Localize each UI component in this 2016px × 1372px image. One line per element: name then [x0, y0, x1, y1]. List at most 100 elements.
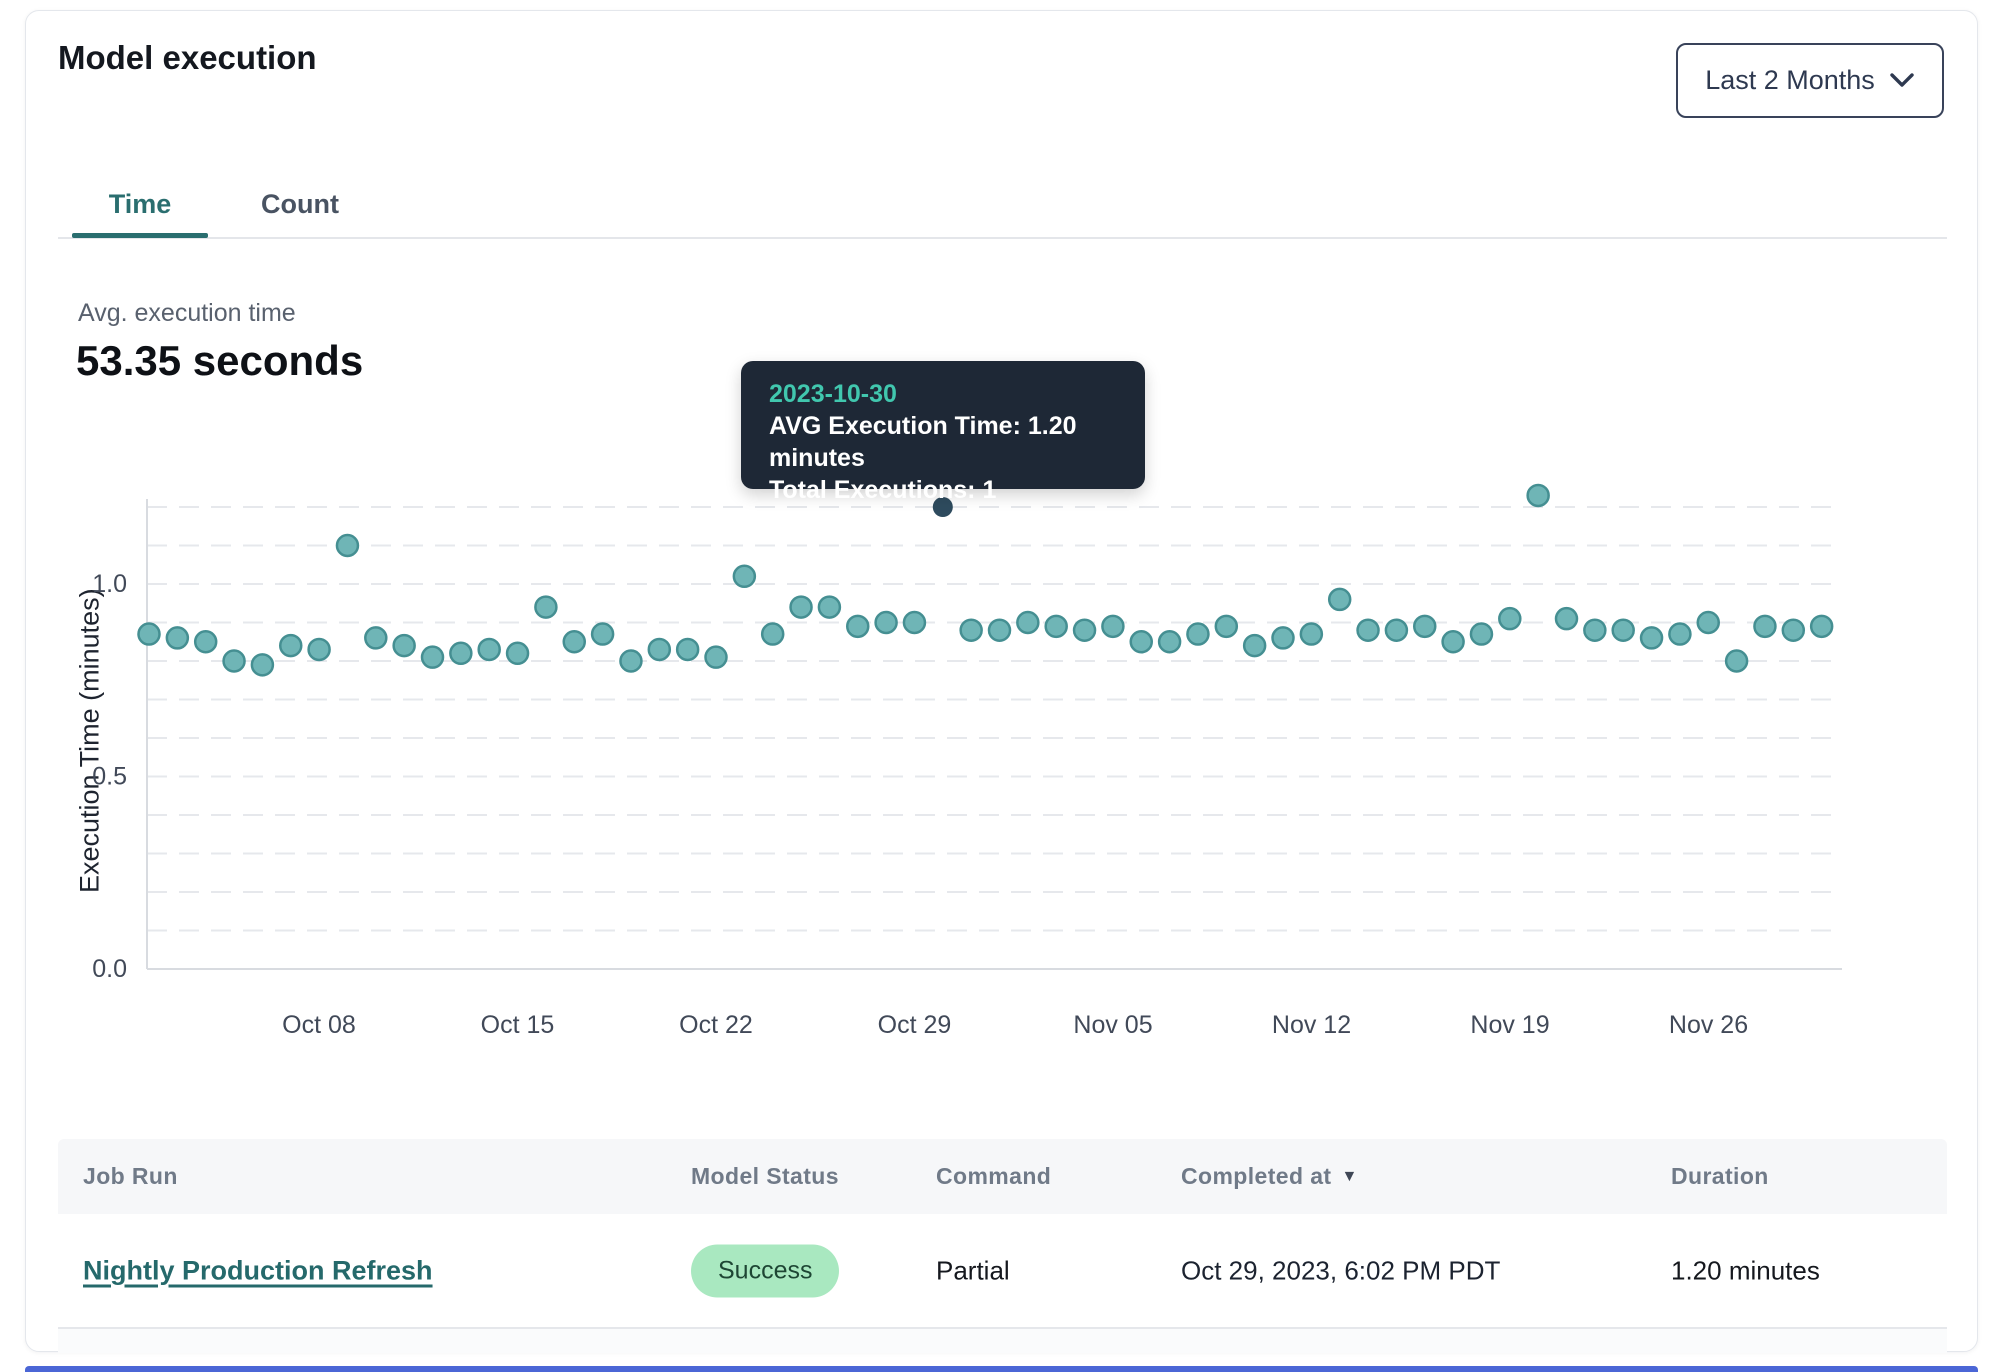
- chart-point[interactable]: [762, 624, 783, 645]
- chart-point[interactable]: [734, 566, 755, 587]
- chart-point[interactable]: [139, 624, 160, 645]
- chart-point[interactable]: [706, 647, 727, 668]
- chart-point[interactable]: [847, 616, 868, 637]
- tooltip-avg-execution: AVG Execution Time: 1.20 minutes: [769, 410, 1117, 474]
- tabs-divider: [58, 237, 1947, 239]
- chart-tooltip: 2023-10-30 AVG Execution Time: 1.20 minu…: [741, 361, 1145, 489]
- chart-point[interactable]: [167, 627, 188, 648]
- tooltip-date: 2023-10-30: [769, 378, 1117, 410]
- command-cell: Partial: [936, 1255, 1010, 1286]
- chart-point[interactable]: [649, 639, 670, 660]
- table-header: Job Run Model Status Command Completed a…: [58, 1139, 1947, 1214]
- x-tick-label: Nov 05: [1073, 1011, 1152, 1039]
- chart-point[interactable]: [224, 651, 245, 672]
- chart-point[interactable]: [1783, 620, 1804, 641]
- chart-point[interactable]: [1102, 616, 1123, 637]
- x-tick-label: Nov 12: [1272, 1011, 1351, 1039]
- chart-point[interactable]: [1726, 651, 1747, 672]
- chart-point[interactable]: [280, 635, 301, 656]
- chart-point[interactable]: [422, 647, 443, 668]
- sort-desc-icon: ▼: [1341, 1139, 1357, 1214]
- next-section-top-edge: [25, 1366, 1978, 1372]
- chart-point[interactable]: [1499, 608, 1520, 629]
- chart-point[interactable]: [819, 597, 840, 618]
- chart-point[interactable]: [1641, 627, 1662, 648]
- chart-point[interactable]: [961, 620, 982, 641]
- chart-point[interactable]: [1131, 631, 1152, 652]
- chart-point[interactable]: [791, 597, 812, 618]
- chevron-down-icon: [1889, 65, 1915, 96]
- chart-point[interactable]: [1273, 627, 1294, 648]
- model-status-cell: Success: [691, 1244, 839, 1297]
- chart-point[interactable]: [507, 643, 528, 664]
- status-badge: Success: [691, 1244, 839, 1297]
- chart-point[interactable]: [1584, 620, 1605, 641]
- chart-point[interactable]: [1074, 620, 1095, 641]
- model-execution-card: Model execution Last 2 Months Time Count…: [25, 10, 1978, 1352]
- chart-point[interactable]: [1329, 589, 1350, 610]
- active-tab-indicator: [72, 233, 208, 238]
- x-tick-label: Nov 19: [1470, 1011, 1549, 1039]
- chart-point[interactable]: [365, 627, 386, 648]
- chart-point[interactable]: [1471, 624, 1492, 645]
- chart-point[interactable]: [1528, 485, 1549, 506]
- x-tick-label: Oct 29: [878, 1011, 952, 1039]
- chart-point[interactable]: [1386, 620, 1407, 641]
- chart-point[interactable]: [252, 654, 273, 675]
- tooltip-total-executions: Total Executions: 1: [769, 474, 1117, 506]
- chart-point[interactable]: [450, 643, 471, 664]
- chart-point[interactable]: [1698, 612, 1719, 633]
- job-run-link[interactable]: Nightly Production Refresh: [83, 1255, 433, 1286]
- x-tick-label: Oct 15: [481, 1011, 555, 1039]
- chart-point[interactable]: [535, 597, 556, 618]
- chart-point[interactable]: [337, 535, 358, 556]
- date-range-label: Last 2 Months: [1705, 65, 1875, 96]
- chart-point[interactable]: [1159, 631, 1180, 652]
- x-tick-label: Oct 08: [282, 1011, 356, 1039]
- chart-point[interactable]: [904, 612, 925, 633]
- chart-point[interactable]: [479, 639, 500, 660]
- page-title: Model execution: [58, 39, 317, 77]
- completed-at-cell: Oct 29, 2023, 6:02 PM PDT: [1181, 1255, 1500, 1286]
- chart-point[interactable]: [564, 631, 585, 652]
- chart-point[interactable]: [989, 620, 1010, 641]
- chart-point[interactable]: [677, 639, 698, 660]
- chart-point[interactable]: [1613, 620, 1634, 641]
- chart-tabs: Time Count: [72, 173, 368, 235]
- chart-point[interactable]: [1358, 620, 1379, 641]
- column-completed-at[interactable]: Completed at▼: [1181, 1139, 1358, 1214]
- chart-point[interactable]: [876, 612, 897, 633]
- column-model-status: Model Status: [691, 1139, 839, 1214]
- execution-time-scatter-chart: 0.00.51.0Oct 08Oct 15Oct 22Oct 29Nov 05N…: [26, 471, 1979, 1081]
- tab-count[interactable]: Count: [232, 173, 368, 235]
- column-command: Command: [936, 1139, 1051, 1214]
- chart-point[interactable]: [1754, 616, 1775, 637]
- chart-point[interactable]: [620, 651, 641, 672]
- chart-point[interactable]: [394, 635, 415, 656]
- chart-point[interactable]: [195, 631, 216, 652]
- chart-point[interactable]: [1244, 635, 1265, 656]
- date-range-dropdown[interactable]: Last 2 Months: [1676, 43, 1944, 118]
- column-duration: Duration: [1671, 1139, 1769, 1214]
- chart-point[interactable]: [1669, 624, 1690, 645]
- kpi-label: Avg. execution time: [78, 299, 296, 328]
- chart-point[interactable]: [1443, 631, 1464, 652]
- chart-point[interactable]: [1301, 624, 1322, 645]
- chart-point[interactable]: [1414, 616, 1435, 637]
- chart-point[interactable]: [592, 624, 613, 645]
- chart-point[interactable]: [1811, 616, 1832, 637]
- chart-point[interactable]: [1216, 616, 1237, 637]
- column-job-run: Job Run: [83, 1139, 178, 1214]
- table-row: Nightly Production Refresh Success Parti…: [58, 1214, 1947, 1327]
- chart-point[interactable]: [1187, 624, 1208, 645]
- chart-point[interactable]: [309, 639, 330, 660]
- card-footer-strip: [58, 1329, 1947, 1353]
- x-tick-label: Oct 22: [679, 1011, 753, 1039]
- chart-point[interactable]: [1556, 608, 1577, 629]
- duration-cell: 1.20 minutes: [1671, 1255, 1820, 1286]
- y-tick-label: 1.0: [92, 570, 127, 598]
- chart-point[interactable]: [1046, 616, 1067, 637]
- kpi-value: 53.35 seconds: [76, 337, 363, 385]
- tab-time[interactable]: Time: [72, 173, 208, 235]
- chart-point[interactable]: [1017, 612, 1038, 633]
